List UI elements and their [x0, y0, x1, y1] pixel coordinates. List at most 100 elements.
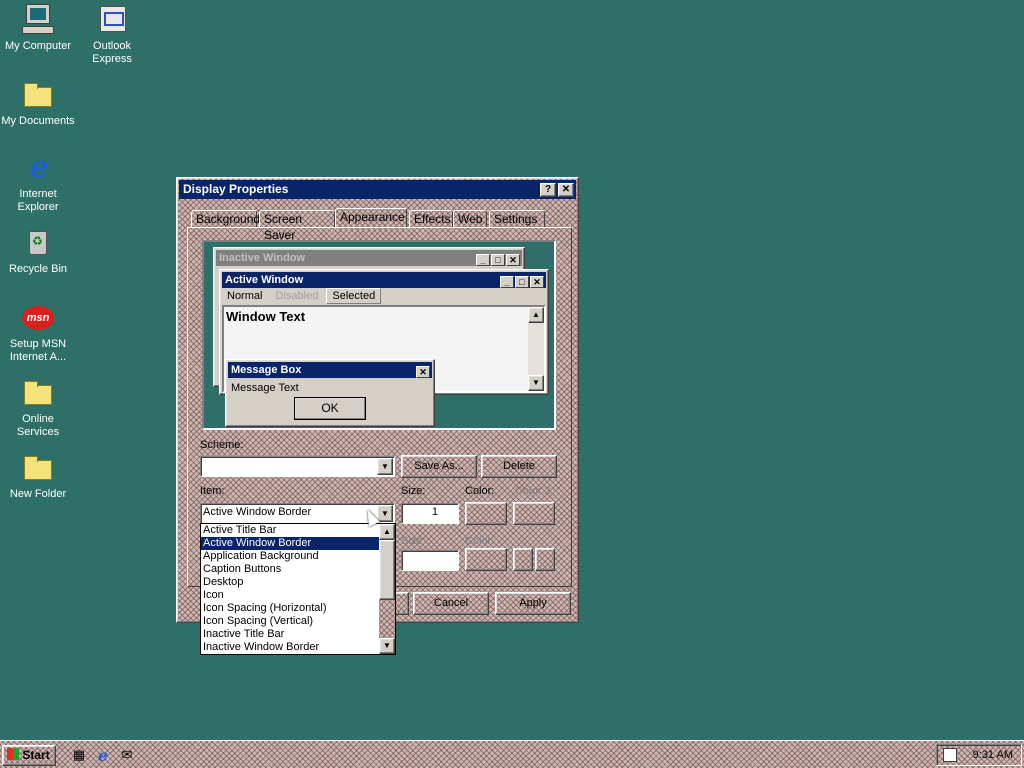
dropdown-option[interactable]: Caption Buttons — [201, 563, 379, 576]
tab-effects[interactable]: Effects — [409, 210, 453, 228]
tab-screen-saver[interactable]: Screen Saver — [259, 210, 335, 242]
message-box-ok-button: OK — [294, 397, 366, 420]
size-label: Size: — [401, 485, 426, 497]
chevron-down-icon[interactable]: ▼ — [377, 458, 393, 475]
apply-button[interactable]: Apply — [495, 592, 571, 615]
tab-appearance[interactable]: Appearance — [335, 208, 407, 229]
dropdown-option[interactable]: Desktop — [201, 576, 379, 589]
desktop-icon-label: Internet Explorer — [17, 188, 59, 213]
color-label: Color: — [465, 485, 495, 497]
internet-explorer-icon[interactable]: e — [94, 746, 112, 765]
outlook-express-icon — [96, 4, 128, 36]
desktop-icon-label: Outlook Express — [92, 40, 132, 65]
cancel-button[interactable]: Cancel — [413, 592, 489, 615]
active-window-title: Active Window — [225, 274, 304, 286]
folder-icon — [22, 377, 54, 409]
scroll-thumb[interactable] — [379, 540, 395, 600]
size-value: 1 — [431, 506, 438, 518]
recycle-bin-icon — [22, 227, 54, 259]
desktop-icon-internet-explorer[interactable]: e Internet Explorer — [0, 152, 76, 214]
help-button[interactable]: ? — [540, 183, 556, 197]
windows-logo-icon — [7, 748, 19, 760]
menu-selected: Selected — [326, 288, 382, 304]
internet-explorer-icon: e — [29, 150, 49, 185]
desktop-icon-recycle-bin[interactable]: Recycle Bin — [0, 227, 76, 276]
delete-button[interactable]: Delete — [481, 455, 557, 478]
color2-label: Color 2: — [515, 485, 554, 497]
dropdown-option[interactable]: Active Title Bar — [201, 524, 379, 537]
scroll-up-icon[interactable]: ▲ — [379, 524, 395, 540]
chevron-down-icon[interactable]: ▼ — [377, 505, 393, 522]
msn-logo-text: msn — [22, 306, 54, 330]
menu-normal: Normal — [227, 290, 263, 302]
active-window-titlebar: Active Window _ □ ✕ — [222, 272, 546, 288]
message-box-titlebar: Message Box ✕ — [228, 362, 432, 378]
msn-icon: msn — [22, 302, 54, 334]
font-size-label: Size: — [401, 535, 426, 547]
bold-button[interactable] — [513, 548, 533, 571]
start-label: Start — [22, 748, 50, 762]
scroll-down-icon[interactable]: ▼ — [379, 638, 395, 654]
desktop-icon-label: Recycle Bin — [8, 263, 68, 275]
desktop-icon-outlook-express[interactable]: Outlook Express — [74, 4, 150, 66]
folder-icon — [22, 452, 54, 484]
font-color-label: Color: — [465, 535, 495, 547]
window-text-label: Window Text — [226, 309, 306, 324]
dropdown-option-selected[interactable]: Active Window Border — [201, 537, 379, 550]
start-button[interactable]: Start — [2, 745, 56, 766]
font-size-select[interactable] — [401, 550, 459, 571]
message-box-title: Message Box — [231, 364, 302, 376]
desktop-icon-new-folder[interactable]: New Folder — [0, 452, 76, 501]
tab-settings[interactable]: Settings — [489, 210, 545, 228]
italic-button[interactable] — [535, 548, 555, 571]
desktop-icon-label: Setup MSN Internet A... — [9, 338, 67, 363]
size-spinner[interactable]: 1 — [401, 503, 459, 524]
dropdown-option[interactable]: Application Background — [201, 550, 379, 563]
scheduler-icon[interactable] — [943, 748, 957, 762]
desktop-icon-msn[interactable]: msn Setup MSN Internet A... — [0, 302, 76, 364]
item-label: Item: — [200, 485, 225, 497]
system-tray: 9:31 AM — [936, 744, 1022, 766]
my-computer-icon — [22, 4, 54, 36]
dropdown-scrollbar[interactable]: ▲ ▼ — [379, 524, 395, 654]
scheme-select[interactable]: ▼ — [200, 456, 395, 477]
save-as-button[interactable]: Save As... — [401, 455, 477, 478]
desktop-icon-label: New Folder — [9, 488, 67, 500]
desktop-icon-online-services[interactable]: Online Services — [0, 377, 76, 439]
my-documents-icon — [22, 79, 54, 111]
desktop-icon-label: My Documents — [1, 115, 75, 127]
inactive-window-titlebar: Inactive Window _ □ ✕ — [216, 250, 522, 266]
desktop-icon-my-computer[interactable]: My Computer — [0, 4, 76, 53]
desktop-icon-label: My Computer — [4, 40, 72, 52]
outlook-express-icon[interactable]: ✉ — [118, 746, 136, 764]
scheme-label: Scheme: — [200, 439, 244, 451]
preview-scrollbar: ▲ ▼ — [528, 307, 544, 391]
desktop-icon-label: Online Services — [16, 413, 60, 438]
color2-picker-button[interactable] — [513, 502, 555, 525]
scroll-up-icon: ▲ — [528, 307, 544, 323]
dropdown-option[interactable]: Icon — [201, 589, 379, 602]
clock[interactable]: 9:31 AM — [973, 749, 1013, 761]
active-window-buttons: _ □ ✕ — [499, 274, 544, 290]
color-picker-button[interactable] — [465, 502, 507, 525]
preview-message-box: Message Box ✕ Message Text OK — [225, 359, 435, 427]
item-dropdown-list[interactable]: Active Title Bar Active Window Border Ap… — [200, 523, 396, 655]
dropdown-option[interactable]: Icon Spacing (Horizontal) — [201, 602, 379, 615]
dropdown-option[interactable]: Inactive Title Bar — [201, 628, 379, 641]
dropdown-option[interactable]: Inactive Window Border — [201, 641, 379, 654]
message-box-close: ✕ — [415, 364, 430, 380]
close-button[interactable]: ✕ — [558, 183, 574, 197]
tab-web[interactable]: Web — [453, 210, 487, 228]
appearance-preview[interactable]: Inactive Window _ □ ✕ Active Window _ □ ✕ No… — [202, 240, 556, 430]
desktop-icon-my-documents[interactable]: My Documents — [0, 79, 76, 128]
message-box-text: Message Text — [231, 382, 299, 394]
scroll-down-icon: ▼ — [528, 375, 544, 391]
font-color-button[interactable] — [465, 548, 507, 571]
item-value: Active Window Border — [203, 506, 312, 518]
tab-background[interactable]: Background — [191, 210, 260, 228]
taskbar: Start ▦ e ✉ 9:31 AM — [0, 740, 1024, 768]
inactive-window-title: Inactive Window — [219, 252, 306, 264]
window-titlebar[interactable]: Display Properties ? ✕ — [179, 180, 576, 199]
dropdown-option[interactable]: Icon Spacing (Vertical) — [201, 615, 379, 628]
show-desktop-icon[interactable]: ▦ — [70, 746, 88, 764]
